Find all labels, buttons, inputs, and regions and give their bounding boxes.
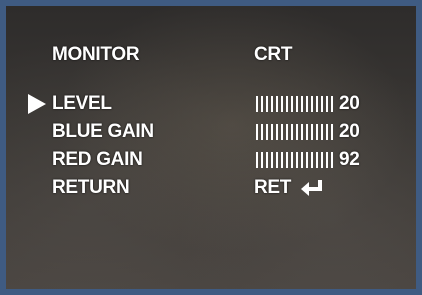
bar-tick	[261, 96, 263, 112]
blue-gain-slider[interactable]: 20	[256, 121, 360, 143]
menu-title: MONITOR	[52, 44, 140, 65]
bar-tick	[286, 152, 288, 168]
bar-tick	[291, 96, 293, 112]
bar-tick	[306, 96, 308, 112]
level-value: 20	[339, 93, 360, 114]
level-bar-ticks	[256, 93, 333, 115]
bar-tick	[271, 96, 273, 112]
menu-title-value: CRT	[254, 44, 293, 65]
bar-tick	[301, 152, 303, 168]
red-gain-bar-ticks	[256, 149, 333, 171]
bar-tick	[311, 96, 313, 112]
bar-tick	[261, 124, 263, 140]
red-gain-value: 92	[339, 149, 360, 170]
bar-tick	[266, 152, 268, 168]
bar-tick	[296, 124, 298, 140]
level-slider[interactable]: 20	[256, 93, 360, 115]
bar-tick	[256, 124, 258, 140]
bar-tick	[296, 96, 298, 112]
bar-tick	[266, 96, 268, 112]
bar-tick	[311, 152, 313, 168]
bar-tick	[316, 152, 318, 168]
menu-item-red-gain[interactable]: RED GAIN	[52, 149, 143, 171]
bar-tick	[316, 96, 318, 112]
bar-tick	[286, 96, 288, 112]
return-target[interactable]: RET	[254, 177, 325, 199]
bar-tick	[281, 124, 283, 140]
bar-tick	[326, 152, 328, 168]
bar-tick	[281, 96, 283, 112]
bar-tick	[331, 96, 333, 112]
menu-item-return[interactable]: RETURN	[52, 177, 130, 199]
bar-tick	[261, 152, 263, 168]
bar-tick	[331, 124, 333, 140]
bar-tick	[271, 124, 273, 140]
bar-tick	[281, 152, 283, 168]
bar-tick	[321, 124, 323, 140]
menu-item-blue-gain[interactable]: BLUE GAIN	[52, 121, 154, 143]
monitor-frame: MONITOR CRT LEVEL BLUE GAIN RED GAIN RET…	[0, 0, 422, 295]
bar-tick	[306, 124, 308, 140]
bar-tick	[316, 124, 318, 140]
bar-tick	[266, 124, 268, 140]
bar-tick	[256, 152, 258, 168]
bar-tick	[296, 152, 298, 168]
bar-tick	[301, 124, 303, 140]
bar-tick	[276, 124, 278, 140]
bar-tick	[326, 96, 328, 112]
bar-tick	[321, 96, 323, 112]
bar-tick	[271, 152, 273, 168]
enter-icon	[301, 180, 323, 196]
bar-tick	[291, 152, 293, 168]
bar-tick	[291, 124, 293, 140]
bar-tick	[326, 124, 328, 140]
bar-tick	[256, 96, 258, 112]
return-target-label: RET	[254, 177, 292, 198]
blue-gain-value: 20	[339, 121, 360, 142]
bar-tick	[321, 152, 323, 168]
right-triangle-icon	[28, 94, 46, 114]
bar-tick	[331, 152, 333, 168]
osd-screen: MONITOR CRT LEVEL BLUE GAIN RED GAIN RET…	[6, 6, 416, 289]
bar-tick	[311, 124, 313, 140]
bar-tick	[301, 96, 303, 112]
bar-tick	[286, 124, 288, 140]
bar-tick	[306, 152, 308, 168]
menu-item-level[interactable]: LEVEL	[52, 93, 112, 115]
bar-tick	[276, 96, 278, 112]
bar-tick	[276, 152, 278, 168]
blue-gain-bar-ticks	[256, 121, 333, 143]
red-gain-slider[interactable]: 92	[256, 149, 360, 171]
